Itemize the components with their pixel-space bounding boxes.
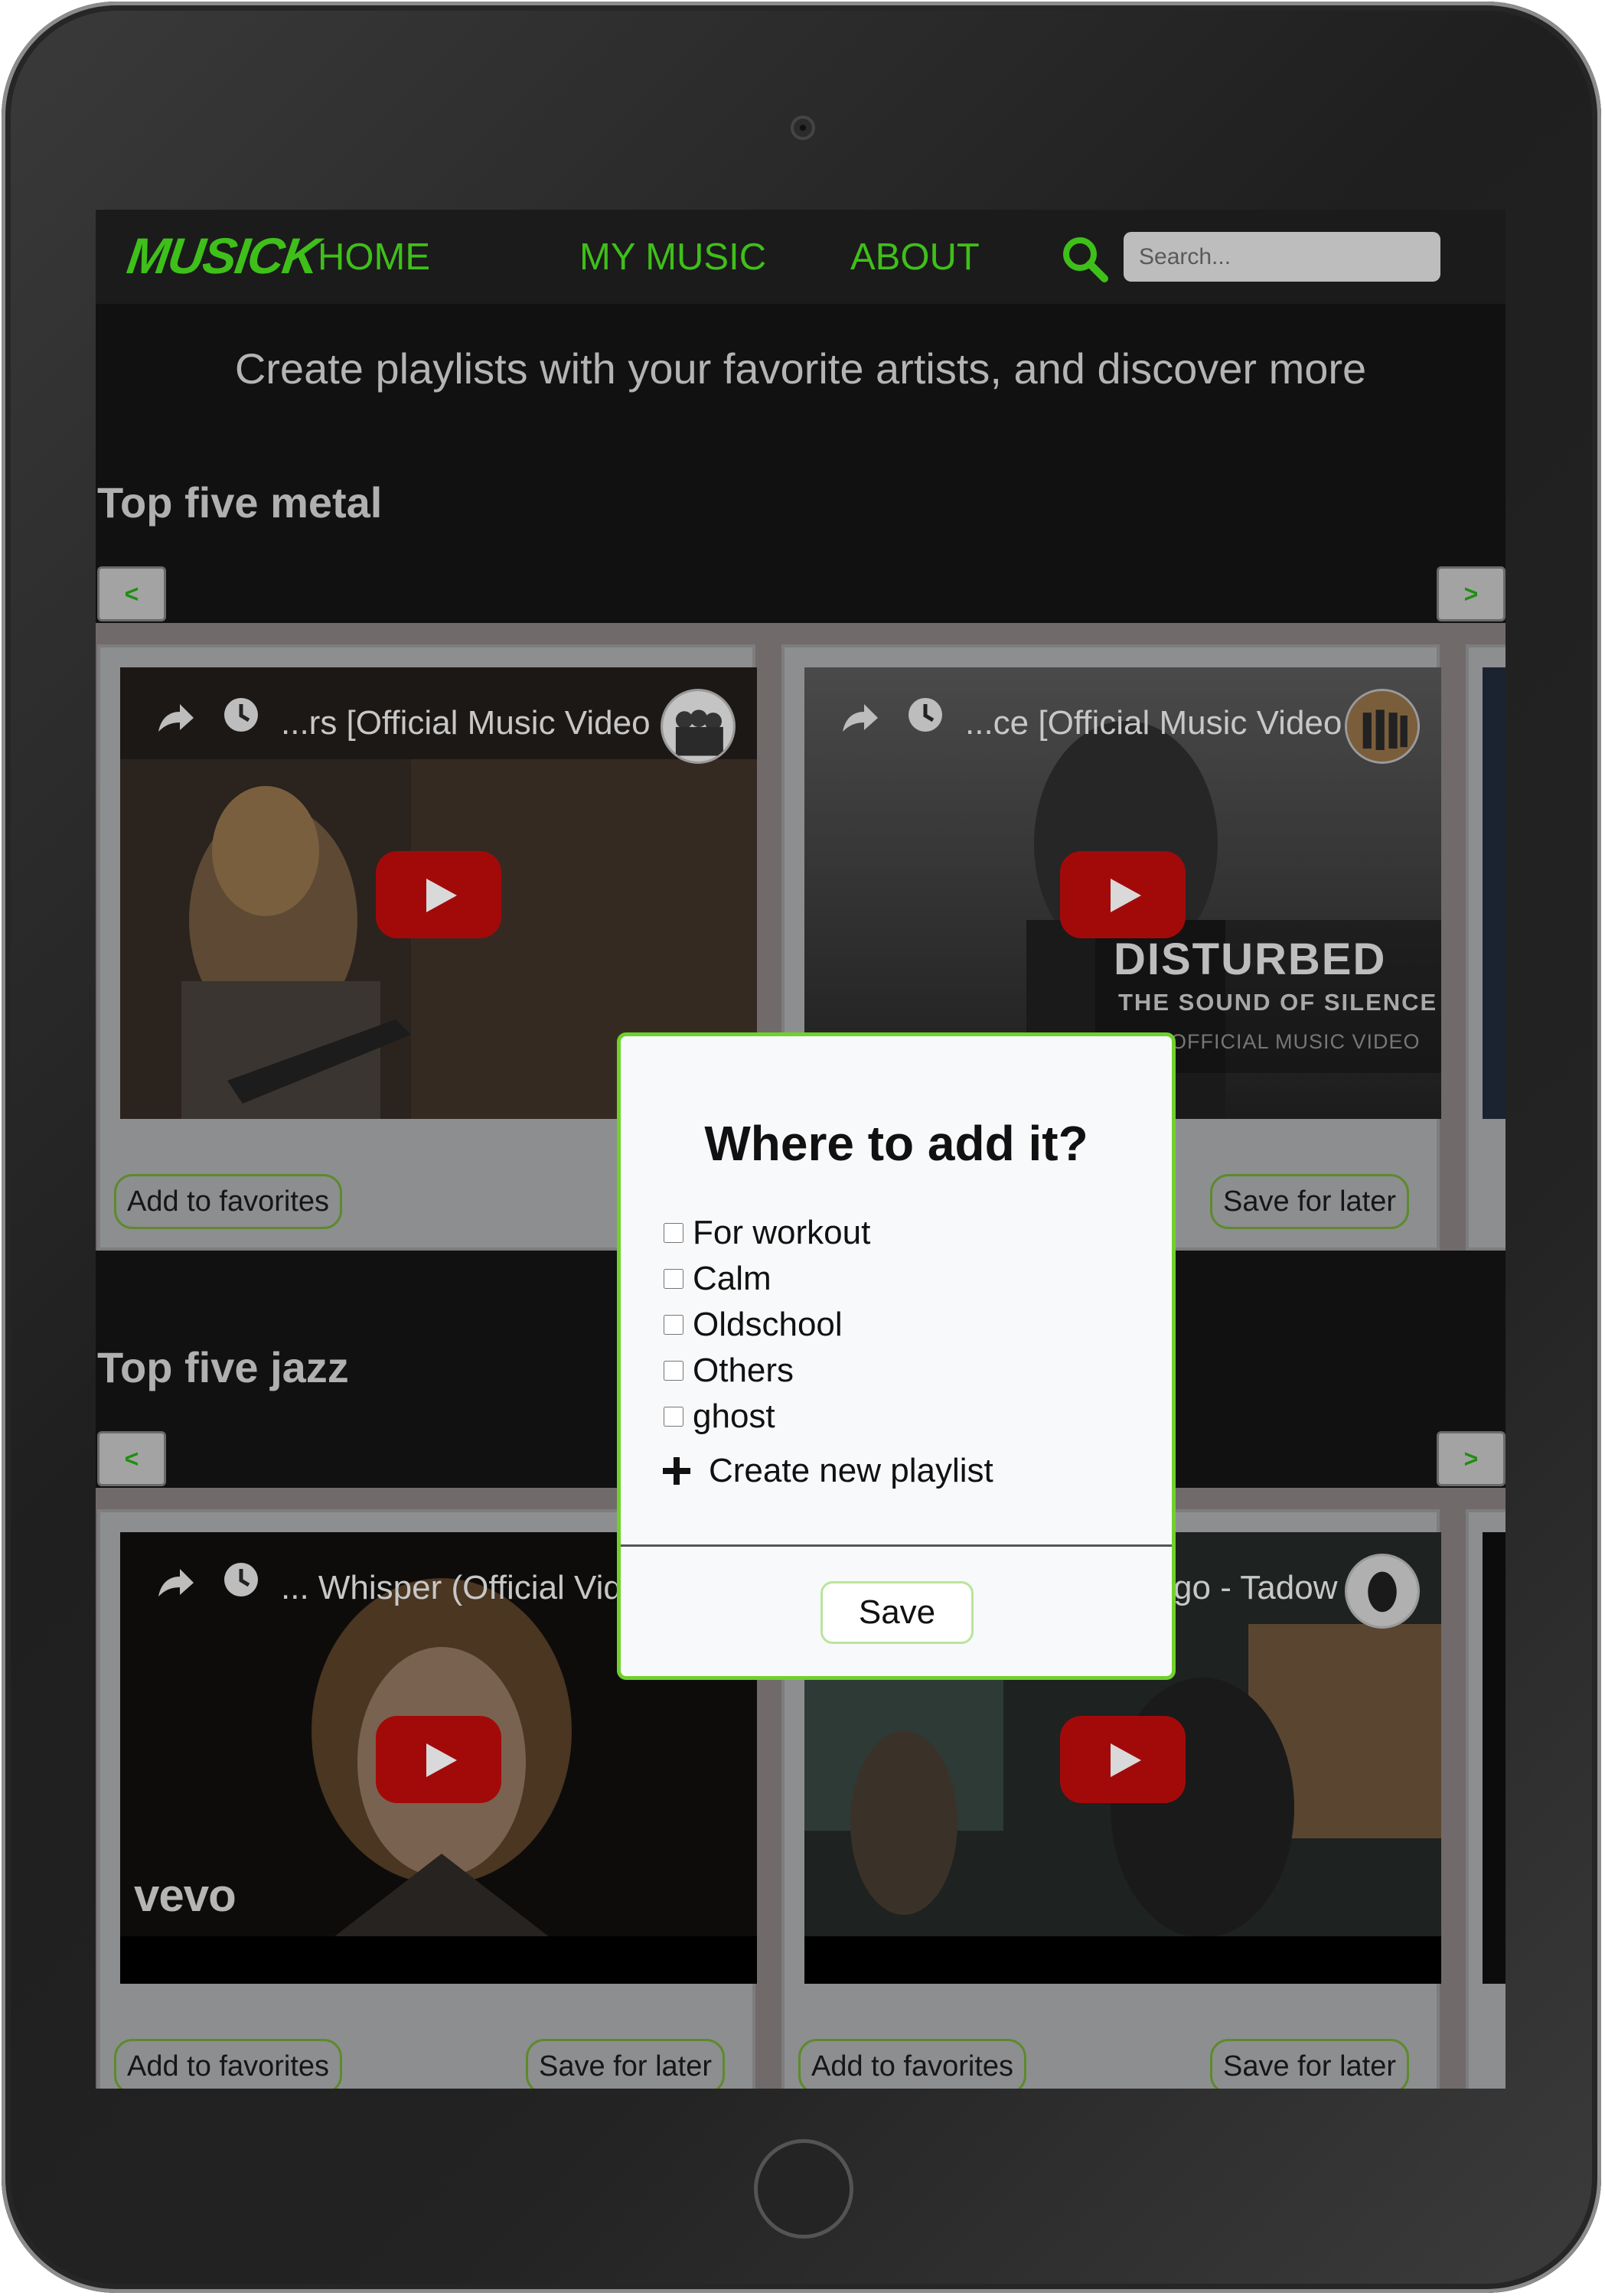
search-input[interactable] bbox=[1124, 232, 1440, 282]
playlist-checkbox[interactable] bbox=[664, 1407, 683, 1427]
overlay-video-type: OFFICIAL MUSIC VIDEO bbox=[1170, 1030, 1421, 1053]
search-icon[interactable] bbox=[1060, 234, 1109, 283]
section-title-jazz: Top five jazz bbox=[97, 1343, 349, 1391]
carousel-prev-button[interactable]: < bbox=[97, 1431, 166, 1486]
add-to-favorites-button[interactable]: Add to favorites bbox=[114, 2039, 343, 2089]
play-button[interactable] bbox=[1060, 851, 1186, 938]
channel-avatar[interactable] bbox=[1345, 1554, 1420, 1629]
watch-later-icon[interactable] bbox=[905, 695, 945, 735]
video-card-partial bbox=[1466, 644, 1506, 1251]
playlist-option-for-workout[interactable]: For workout bbox=[664, 1214, 870, 1252]
play-button[interactable] bbox=[1060, 1716, 1186, 1803]
video-card-partial bbox=[1466, 1509, 1506, 2089]
navbar: MUSICK HOME MY MUSIC ABOUT bbox=[96, 210, 1506, 304]
modal-divider bbox=[621, 1544, 1172, 1547]
carousel-next-button[interactable]: > bbox=[1437, 566, 1506, 621]
playlist-option-label: Calm bbox=[693, 1260, 772, 1297]
video-title: ...ce [Official Music Video bbox=[965, 704, 1342, 742]
carousel-next-button[interactable]: > bbox=[1437, 1431, 1506, 1486]
play-button[interactable] bbox=[376, 851, 501, 938]
logo[interactable]: MUSICK bbox=[124, 227, 322, 285]
share-icon[interactable] bbox=[838, 698, 881, 736]
channel-avatar[interactable] bbox=[661, 689, 736, 764]
playlist-checkbox[interactable] bbox=[664, 1223, 683, 1243]
playlist-option-label: Others bbox=[693, 1352, 794, 1389]
camera-icon bbox=[791, 116, 815, 140]
save-for-later-button[interactable]: Save for later bbox=[526, 2039, 725, 2089]
tablet-frame: MUSICK HOME MY MUSIC ABOUT Create playli… bbox=[2, 2, 1601, 2293]
nav-about[interactable]: ABOUT bbox=[850, 236, 980, 279]
plus-icon bbox=[663, 1457, 690, 1485]
save-button[interactable]: Save bbox=[820, 1581, 974, 1644]
create-new-playlist-button[interactable]: Create new playlist bbox=[661, 1452, 993, 1490]
watch-later-icon[interactable] bbox=[221, 695, 261, 735]
watch-later-icon[interactable] bbox=[221, 1560, 261, 1600]
playlist-option-others[interactable]: Others bbox=[664, 1352, 794, 1390]
nav-my-music[interactable]: MY MUSIC bbox=[579, 236, 766, 279]
screen: MUSICK HOME MY MUSIC ABOUT Create playli… bbox=[96, 210, 1506, 2089]
video-title: ... Whisper (Official Video bbox=[281, 1569, 660, 1606]
video-thumbnail[interactable] bbox=[1483, 667, 1506, 1119]
overlay-band-name: DISTURBED bbox=[1114, 934, 1387, 984]
save-for-later-button[interactable]: Save for later bbox=[1210, 1174, 1409, 1229]
home-button[interactable] bbox=[754, 2139, 853, 2239]
modal-title: Where to add it? bbox=[704, 1116, 1088, 1171]
tagline: Create playlists with your favorite arti… bbox=[234, 344, 1367, 393]
playlist-option-oldschool[interactable]: Oldschool bbox=[664, 1306, 843, 1344]
playlist-option-label: For workout bbox=[693, 1214, 871, 1251]
playlist-option-ghost[interactable]: ghost bbox=[664, 1397, 775, 1436]
save-for-later-button[interactable]: Save for later bbox=[1210, 2039, 1409, 2089]
playlist-checkbox[interactable] bbox=[664, 1315, 683, 1335]
video-thumbnail[interactable] bbox=[1483, 1532, 1506, 1984]
playlist-checkbox[interactable] bbox=[664, 1269, 683, 1289]
share-icon[interactable] bbox=[154, 698, 197, 736]
carousel-prev-button[interactable]: < bbox=[97, 566, 166, 621]
channel-avatar[interactable] bbox=[1345, 689, 1420, 764]
play-button[interactable] bbox=[376, 1716, 501, 1803]
overlay-song-name: THE SOUND OF SILENCE bbox=[1118, 989, 1438, 1016]
nav-home[interactable]: HOME bbox=[318, 236, 430, 279]
playlist-option-label: ghost bbox=[693, 1397, 775, 1435]
add-to-favorites-button[interactable]: Add to favorites bbox=[798, 2039, 1027, 2089]
playlist-option-label: Oldschool bbox=[693, 1306, 843, 1343]
video-title: ...rs [Official Music Video bbox=[281, 704, 651, 742]
add-to-favorites-button[interactable]: Add to favorites bbox=[114, 1174, 343, 1229]
add-to-playlist-modal: Where to add it? For workout Calm Oldsch… bbox=[617, 1032, 1176, 1680]
vevo-watermark: vevo bbox=[134, 1870, 237, 1921]
create-new-playlist-label: Create new playlist bbox=[709, 1452, 993, 1489]
playlist-option-calm[interactable]: Calm bbox=[664, 1260, 772, 1298]
playlist-checkbox[interactable] bbox=[664, 1361, 683, 1381]
share-icon[interactable] bbox=[154, 1563, 197, 1601]
section-title-metal: Top five metal bbox=[97, 478, 383, 527]
